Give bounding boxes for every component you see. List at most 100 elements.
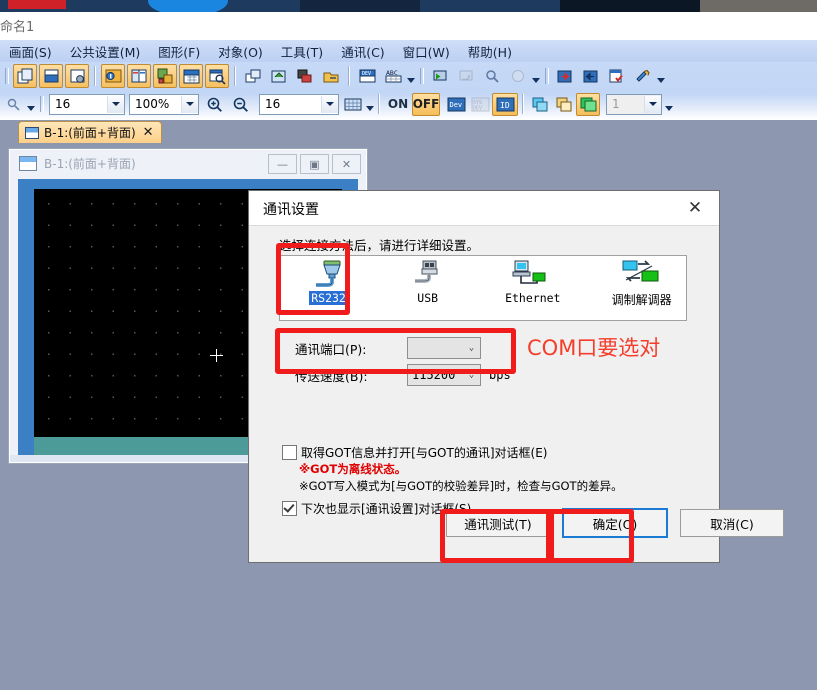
toolbar-grip[interactable] [38,94,45,114]
write-to-got-icon[interactable] [553,64,577,88]
object-id-button[interactable]: ID [492,92,518,116]
menu-communication[interactable]: 通讯(C) [332,40,393,63]
data-view-icon[interactable] [179,64,203,88]
menu-tools[interactable]: 工具(T) [272,40,332,63]
close-icon[interactable]: ✕ [675,194,715,222]
annotation-text-com-port: COM口要选对 [527,336,661,360]
toolbar-grip[interactable] [3,66,10,86]
dialog-body: 选择连接方法后，请进行详细设置。 RS232 USB Ethernet 调制解调… [249,225,784,562]
menu-object[interactable]: 对象(O) [209,40,272,63]
close-button[interactable]: ✕ [332,154,361,174]
preview-icon[interactable] [205,64,229,88]
connection-method-usb[interactable]: USB [389,256,466,320]
sysdev-label-button[interactable]: SYS DEV [468,93,492,116]
baud-rate-value: 115200 [412,368,456,382]
connection-method-modem[interactable]: 调制解调器 [597,256,686,320]
toolbar-overflow-button[interactable] [406,65,415,87]
grid-display-icon[interactable] [341,93,365,116]
verify-with-got-icon[interactable] [605,64,629,88]
project-info-icon[interactable] [101,64,125,88]
menu-figure[interactable]: 图形(F) [149,40,209,63]
parts-icon[interactable] [153,64,177,88]
baud-rate-select[interactable]: 115200 ⌄ [407,364,481,386]
zoom-out-icon[interactable] [228,92,252,116]
minimize-button[interactable]: — [268,154,297,174]
chevron-down-icon[interactable] [107,95,124,113]
state-off-button[interactable]: OFF [412,92,440,116]
toolbar-row-format: 16 100% 16 ON OFF Dev SYS DEV ID 1 [0,90,817,118]
ok-button[interactable]: 确定(O) [562,508,668,538]
got-offline-note: ※GOT为离线状态。 [299,462,407,476]
connection-method-rs232[interactable]: RS232 [290,256,367,320]
library-icon[interactable] [127,64,151,88]
os-red-block [8,0,66,9]
communication-settings-icon[interactable] [631,64,655,88]
chevron-down-icon[interactable] [181,95,198,113]
new-screen-icon[interactable] [13,64,37,88]
svg-text:DEV: DEV [473,105,482,111]
toolbar-overflow-button[interactable] [531,65,540,87]
close-icon[interactable]: ✕ [143,126,154,139]
simulator-start-icon[interactable] [428,64,452,88]
toolbar-grip[interactable] [543,66,550,86]
communication-settings-dialog: 通讯设置 ✕ 选择连接方法后，请进行详细设置。 RS232 USB Ethern… [248,190,784,563]
comm-test-button[interactable]: 通讯测试(T) [446,509,550,537]
layer-both-icon[interactable] [576,92,600,116]
state-on-button[interactable]: ON [384,95,412,114]
svg-text:Dev: Dev [449,101,462,109]
grid-dropdown-button[interactable] [365,93,374,115]
tab-b1-front-back[interactable]: B-1:(前面+背面) ✕ [18,121,162,143]
screen-list-icon[interactable] [293,64,317,88]
format-tool-icon[interactable] [1,92,25,116]
zoom-in-icon[interactable] [202,92,226,116]
got-verify-note: ※GOT写入模式为[与GOT的校验差异]时，检查与GOT的差异。 [299,479,623,493]
text-list-icon[interactable]: ABC [381,64,405,88]
menu-screen[interactable]: 画面(S) [0,40,61,63]
screen-properties-icon[interactable] [65,64,89,88]
connection-method-ethernet[interactable]: Ethernet [494,256,571,320]
read-from-got-icon[interactable] [579,64,603,88]
toolbar-row-main: DEV ABC [0,62,817,90]
got-info-checkbox-row[interactable]: 取得GOT信息并打开[与GOT的通讯]对话框(E) [282,444,547,461]
toolbar-overflow-button[interactable] [26,93,35,115]
os-titlebar-strip [0,0,817,12]
layer-number-combo[interactable]: 1 [606,93,662,115]
chevron-down-icon[interactable]: ⌄ [463,370,480,380]
restore-button[interactable]: ▣ [300,154,329,174]
menu-window[interactable]: 窗口(W) [394,40,459,63]
connection-method-list[interactable]: RS232 USB Ethernet 调制解调器 [279,255,687,321]
chevron-down-icon[interactable]: ⌄ [463,343,480,353]
dialog-title-bar: 通讯设置 ✕ [249,191,719,226]
rs232-icon [315,260,341,287]
menu-help[interactable]: 帮助(H) [459,40,521,63]
toolbar-grip[interactable] [418,66,425,86]
layer-back-icon[interactable] [552,93,576,116]
open-screen-icon[interactable] [39,64,63,88]
toolbar-overflow-button[interactable] [656,65,665,87]
simulator-stop-icon[interactable] [506,64,530,88]
show-next-time-checkbox[interactable] [282,501,297,516]
import-screen-icon[interactable] [267,64,291,88]
open-folder-icon[interactable] [319,64,343,88]
chevron-down-icon[interactable] [644,95,661,113]
toolbar-separator [348,66,350,86]
chevron-down-icon[interactable] [321,95,338,113]
grid-size-combo[interactable]: 16 [259,93,339,115]
simulator-settings-icon[interactable] [480,64,504,88]
toolbar-separator [522,94,524,114]
menu-common-settings[interactable]: 公共设置(M) [61,40,150,63]
device-label-button[interactable]: Dev [444,93,468,116]
simulator-update-icon[interactable] [454,64,478,88]
got-info-checkbox[interactable] [282,445,297,460]
got-info-checkbox-label: 取得GOT信息并打开[与GOT的通讯]对话框(E) [301,446,548,460]
zoom-combo[interactable]: 100% [129,93,199,115]
copy-screen-icon[interactable] [241,64,265,88]
device-list-icon[interactable]: DEV [355,64,379,88]
os-dark-block [300,0,420,12]
comm-port-select[interactable]: ⌄ [407,337,481,359]
toolbar-overflow-button[interactable] [664,93,673,115]
font-size-combo[interactable]: 16 [49,93,125,115]
cancel-button[interactable]: 取消(C) [680,509,784,537]
layer-front-icon[interactable] [528,93,552,116]
comm-port-row: 通讯端口(P): ⌄ [295,337,481,359]
